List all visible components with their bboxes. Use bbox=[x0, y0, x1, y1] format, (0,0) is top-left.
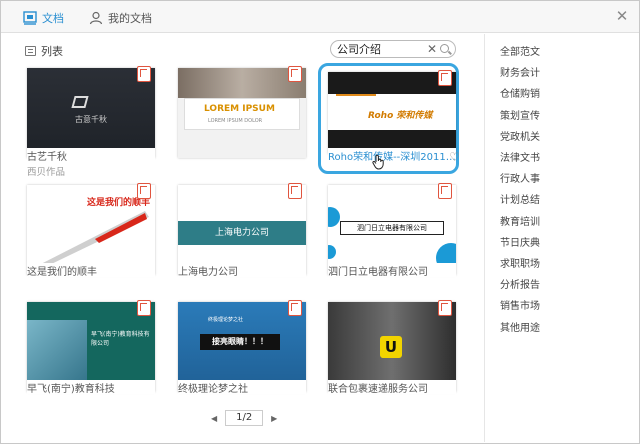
thumb-panel bbox=[184, 98, 300, 130]
bookmark-icon bbox=[288, 66, 302, 82]
bookmark-icon bbox=[438, 300, 452, 316]
people-arrow-graphic bbox=[35, 211, 149, 269]
thumb-title: U bbox=[380, 336, 402, 358]
prev-page-button[interactable]: ◀ bbox=[211, 414, 217, 423]
thumb-title: LOREM IPSUM bbox=[204, 104, 275, 114]
thumb-title: 接亮眼睛！！！ bbox=[200, 334, 280, 350]
sidebar-category-item[interactable]: 财务会计 bbox=[500, 64, 540, 79]
thumb-accent-line bbox=[336, 94, 376, 96]
user-icon bbox=[89, 11, 103, 25]
bookmark-icon bbox=[438, 183, 452, 199]
bookmark-icon bbox=[137, 66, 151, 82]
bookmark-icon bbox=[288, 300, 302, 316]
logo-mark bbox=[71, 96, 89, 108]
template-caption: Roho荣和传媒--深圳2011世... bbox=[328, 148, 456, 162]
list-icon bbox=[25, 46, 36, 56]
favorite-heart-icon[interactable]: ♡ bbox=[449, 150, 460, 164]
sidebar-category-item[interactable]: 仓储购销 bbox=[500, 85, 540, 100]
list-view-toggle[interactable]: 列表 bbox=[25, 43, 63, 59]
tab-my-documents[interactable]: 我的文档 bbox=[89, 10, 152, 26]
template-thumbnail[interactable]: U bbox=[328, 302, 456, 392]
template-thumbnail[interactable]: 早飞(南宁)教育科技有限公司 bbox=[27, 302, 155, 392]
sidebar-category-item[interactable]: 策划宣传 bbox=[500, 107, 540, 122]
template-thumbnail[interactable]: 这是我们的顺丰 bbox=[27, 185, 155, 275]
pagination: ◀ 1/2 ▶ bbox=[211, 410, 277, 426]
sidebar-category-item[interactable]: 行政人事 bbox=[500, 170, 540, 185]
sidebar-category-item[interactable]: 法律文书 bbox=[500, 149, 540, 164]
search-icon[interactable] bbox=[440, 44, 449, 53]
document-tab-icon bbox=[23, 11, 37, 25]
thumb-title: 上海电力公司 bbox=[178, 221, 306, 245]
thumb-circle bbox=[328, 207, 340, 227]
list-view-label: 列表 bbox=[41, 45, 63, 58]
next-page-button[interactable]: ▶ bbox=[271, 414, 277, 423]
sidebar-category-item[interactable]: 教育培训 bbox=[500, 213, 540, 228]
template-caption: 这是我们的顺丰 bbox=[27, 263, 155, 277]
template-caption: 上海电力公司 bbox=[178, 263, 306, 277]
sidebar-category-item[interactable]: 求职职场 bbox=[500, 255, 540, 270]
template-thumbnail[interactable]: 泗门日立电器有限公司 bbox=[328, 185, 456, 275]
thumb-circle bbox=[328, 245, 336, 259]
template-thumbnail[interactable]: 终极理论梦之社 接亮眼睛！！！ bbox=[178, 302, 306, 392]
sidebar-category-item[interactable]: 计划总结 bbox=[500, 191, 540, 206]
thumb-subtitle: 终极理论梦之社 bbox=[208, 317, 244, 323]
thumb-title: 古意千秋 bbox=[75, 115, 107, 124]
thumb-band-top bbox=[328, 72, 456, 94]
search-input[interactable] bbox=[337, 42, 425, 56]
sidebar-category-item[interactable]: 党政机关 bbox=[500, 128, 540, 143]
thumb-photo bbox=[178, 68, 306, 98]
thumb-title: 早飞(南宁)教育科技有限公司 bbox=[91, 331, 150, 347]
tab-documents[interactable]: 文档 bbox=[23, 10, 64, 26]
tab-documents-label: 文档 bbox=[42, 12, 64, 25]
sidebar-category-item[interactable]: 节日庆典 bbox=[500, 234, 540, 249]
template-caption: 终极理论梦之社 bbox=[178, 380, 306, 394]
page-indicator[interactable]: 1/2 bbox=[225, 410, 264, 426]
template-dialog: 文档 我的文档 ✕ 列表 ✕ 古意千秋 古艺千秋 西贝作品 bbox=[0, 0, 640, 444]
template-caption: 联合包裹速递服务公司 bbox=[328, 380, 456, 394]
bookmark-icon bbox=[288, 183, 302, 199]
template-caption: 早飞(南宁)教育科技 bbox=[27, 380, 155, 394]
template-thumbnail[interactable]: LOREM IPSUM LOREM IPSUM DOLOR bbox=[178, 68, 306, 158]
sidebar-category-item[interactable]: 全部范文 bbox=[500, 43, 540, 58]
template-thumbnail[interactable]: 上海电力公司 bbox=[178, 185, 306, 275]
template-thumbnail[interactable]: 古意千秋 bbox=[27, 68, 155, 158]
template-caption: 古艺千秋 bbox=[27, 148, 155, 162]
clear-search-icon[interactable]: ✕ bbox=[427, 42, 437, 56]
template-author: 西贝作品 bbox=[27, 167, 66, 178]
search-box: ✕ bbox=[330, 40, 456, 58]
hand-cursor-icon bbox=[372, 154, 384, 170]
tab-my-documents-label: 我的文档 bbox=[108, 12, 152, 25]
category-sidebar: 全部范文财务会计仓储购销策划宣传党政机关法律文书行政人事计划总结教育培训节日庆典… bbox=[484, 34, 639, 442]
thumb-title: 泗门日立电器有限公司 bbox=[340, 221, 444, 235]
sidebar-category-item[interactable]: 其他用途 bbox=[500, 319, 540, 334]
bookmark-icon bbox=[137, 183, 151, 199]
thumb-subtitle: LOREM IPSUM DOLOR bbox=[208, 118, 263, 124]
template-caption: 泗门日立电器有限公司 bbox=[328, 263, 456, 277]
bookmark-icon bbox=[137, 300, 151, 316]
sidebar-category-item[interactable]: 分析报告 bbox=[500, 276, 540, 291]
template-thumbnail[interactable]: Roho 荣和传媒 bbox=[328, 72, 456, 154]
bookmark-icon bbox=[438, 70, 452, 86]
title-bar: 文档 我的文档 ✕ bbox=[1, 1, 639, 33]
sidebar-category-item[interactable]: 销售市场 bbox=[500, 297, 540, 312]
close-icon[interactable]: ✕ bbox=[615, 9, 629, 24]
thumb-title: Roho 荣和传媒 bbox=[368, 111, 433, 121]
